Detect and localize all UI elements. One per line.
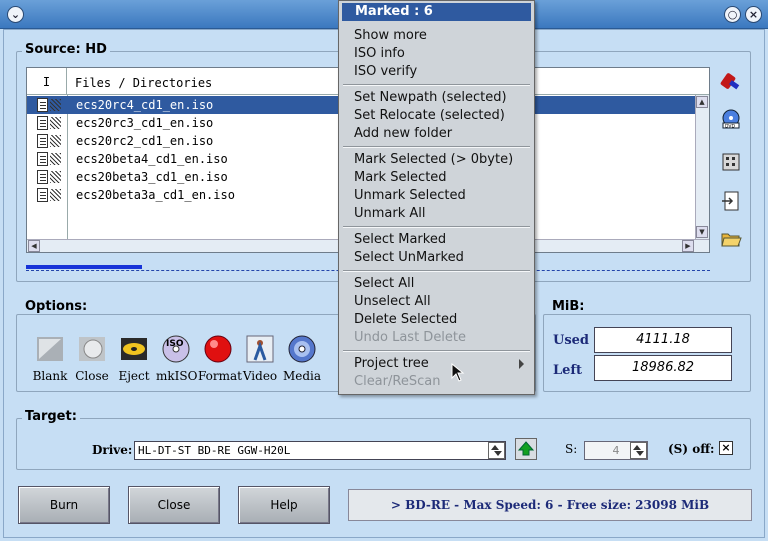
file-name: ecs20beta4_cd1_en.iso <box>76 152 228 166</box>
menu-separator <box>343 226 530 228</box>
menu-separator <box>343 146 530 148</box>
close-button[interactable]: Close <box>128 486 220 524</box>
menu-item-select-marked[interactable]: Select Marked <box>354 232 446 247</box>
menu-header-marked: Marked : 6 <box>342 3 531 21</box>
video-icon <box>245 334 275 364</box>
menu-item-delete-selected[interactable]: Delete Selected <box>354 312 457 327</box>
file-icon <box>31 98 61 112</box>
menu-separator <box>343 270 530 272</box>
target-label: Target: <box>22 409 80 424</box>
file-name: ecs20rc2_cd1_en.iso <box>76 134 214 148</box>
help-button[interactable]: Help <box>238 486 330 524</box>
file-icon <box>31 116 61 130</box>
file-icon <box>31 134 61 148</box>
drive-label: Drive: <box>92 443 133 457</box>
drive-spin-button[interactable] <box>488 442 505 459</box>
eject-button[interactable]: Eject <box>114 334 154 383</box>
left-label: Left <box>553 363 583 378</box>
menu-item-iso-verify[interactable]: ISO verify <box>354 64 417 79</box>
drive-select[interactable]: HL-DT-ST BD-RE GGW-H20L <box>134 441 506 460</box>
svg-text:ISO: ISO <box>166 339 184 349</box>
dvd-icon[interactable]: DVD <box>720 108 742 130</box>
menu-item-unmark-all[interactable]: Unmark All <box>354 206 426 221</box>
mkiso-icon: ISO <box>161 334 191 364</box>
vertical-scrollbar[interactable]: ▲ ▼ <box>695 95 709 239</box>
speed-label: S: <box>565 442 578 456</box>
menu-item-mark-selected[interactable]: Mark Selected <box>354 170 447 185</box>
source-label: Source: HD <box>22 42 110 57</box>
used-label: Used <box>553 333 590 348</box>
menu-item-unselect-all[interactable]: Unselect All <box>354 294 431 309</box>
format-icon <box>203 334 233 364</box>
options-label: Options: <box>22 299 91 314</box>
scroll-up-icon[interactable]: ▲ <box>696 96 708 108</box>
submenu-arrow-icon <box>519 359 524 369</box>
burn-button[interactable]: Burn <box>18 486 110 524</box>
menu-item-select-all[interactable]: Select All <box>354 276 414 291</box>
menu-item-set-relocate-selected[interactable]: Set Relocate (selected) <box>354 108 505 123</box>
speed-spin-button[interactable] <box>630 442 647 459</box>
eject-icon <box>119 334 149 364</box>
menu-item-iso-info[interactable]: ISO info <box>354 46 405 61</box>
menu-separator <box>343 84 530 86</box>
used-value: 4111.18 <box>594 327 732 353</box>
file-name: ecs20beta3_cd1_en.iso <box>76 170 228 184</box>
menu-item-mark-selected-0byte[interactable]: Mark Selected (> 0byte) <box>354 152 513 167</box>
menu-item-clear-rescan: Clear/ReScan <box>354 374 441 389</box>
context-menu: Marked : 6 Show more ISO info ISO verify Se… <box>338 0 535 395</box>
eraser-icon[interactable] <box>720 70 742 92</box>
mib-label: MiB: <box>549 299 588 314</box>
column-header-files[interactable]: Files / Directories <box>75 76 212 90</box>
menu-item-set-newpath-selected[interactable]: Set Newpath (selected) <box>354 90 507 105</box>
video-button[interactable]: Video <box>240 334 280 383</box>
minimize-icon: ○ <box>727 8 738 21</box>
format-button[interactable]: Format <box>198 334 242 383</box>
up-arrow-icon <box>517 441 535 456</box>
minimize-button[interactable]: ○ <box>724 6 741 23</box>
export-icon[interactable] <box>720 190 742 212</box>
file-name: ecs20rc3_cd1_en.iso <box>76 116 214 130</box>
file-name: ecs20rc4_cd1_en.iso <box>76 98 214 112</box>
menu-separator <box>343 350 530 352</box>
column-header-i[interactable]: I <box>27 68 67 95</box>
checkmark-icon: × <box>721 441 731 454</box>
close-window-button[interactable]: × <box>745 6 762 23</box>
menu-item-unmark-selected[interactable]: Unmark Selected <box>354 188 466 203</box>
file-icon <box>31 170 61 184</box>
mouse-cursor-icon <box>451 363 465 382</box>
media-button[interactable]: Media <box>282 334 322 383</box>
svg-text:DVD: DVD <box>725 124 735 130</box>
blank-icon <box>35 334 65 364</box>
close-disc-button[interactable]: Close <box>72 334 112 383</box>
file-icon <box>31 188 61 202</box>
mkiso-button[interactable]: ISO mkISO <box>156 334 197 383</box>
apply-drive-button[interactable] <box>515 438 537 460</box>
close-disc-icon <box>77 334 107 364</box>
scroll-down-icon[interactable]: ▼ <box>696 226 708 238</box>
file-icon <box>31 152 61 166</box>
progress-fill <box>26 265 143 269</box>
menu-item-select-unmarked[interactable]: Select UnMarked <box>354 250 464 265</box>
close-icon: × <box>748 8 759 21</box>
menu-item-add-new-folder[interactable]: Add new folder <box>354 126 452 141</box>
scroll-left-icon[interactable]: ◀ <box>28 240 40 252</box>
left-value: 18986.82 <box>594 355 732 381</box>
s-off-checkbox[interactable]: × <box>719 441 733 455</box>
building-icon[interactable] <box>720 150 742 172</box>
menu-item-undo-last-delete: Undo Last Delete <box>354 330 467 345</box>
blank-button[interactable]: Blank <box>30 334 70 383</box>
s-off-label: (S) off: <box>668 442 715 456</box>
file-name: ecs20beta3a_cd1_en.iso <box>76 188 235 202</box>
media-icon <box>287 334 317 364</box>
open-folder-icon[interactable] <box>720 228 742 250</box>
menu-item-project-tree[interactable]: Project tree <box>354 356 429 371</box>
menu-item-show-more[interactable]: Show more <box>354 28 427 43</box>
scroll-right-icon[interactable]: ▶ <box>682 240 694 252</box>
status-bar: > BD-RE - Max Speed: 6 - Free size: 2309… <box>348 489 752 521</box>
